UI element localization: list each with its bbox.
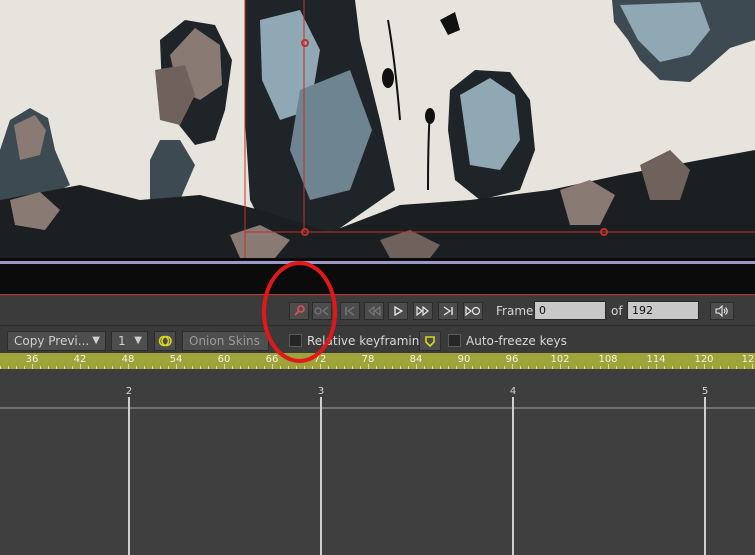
onion-skin-icon xyxy=(158,334,172,348)
freeze-shield-icon xyxy=(424,335,436,348)
go-to-start-icon xyxy=(344,306,356,316)
playback-bar: Frame 0 of 192 xyxy=(0,296,755,325)
of-label: of xyxy=(611,304,623,318)
frame-label: Frame xyxy=(496,304,534,318)
onion-skins-button[interactable]: Onion Skins xyxy=(182,331,269,351)
copy-previous-dropdown[interactable]: Copy Previ... ▼ xyxy=(7,331,106,351)
step-forward-button[interactable] xyxy=(413,302,433,320)
scene-illustration xyxy=(0,0,755,295)
timeline-header: 2 3 4 5 xyxy=(0,383,755,409)
frame-input[interactable]: 0 xyxy=(534,301,606,320)
ruler-gutter xyxy=(0,369,755,383)
annotation-highlight-circle xyxy=(262,261,337,363)
timeline-marker-label: 3 xyxy=(317,386,325,397)
timeline-second-line xyxy=(512,397,514,555)
play-icon xyxy=(393,306,403,316)
go-to-end-button[interactable] xyxy=(438,302,458,320)
timeline-marker-label: 5 xyxy=(701,386,709,397)
loop-icon xyxy=(465,306,481,316)
copy-previous-label: Copy Previ... xyxy=(14,334,90,348)
timeline-marker-label: 2 xyxy=(125,386,133,397)
chevron-down-icon: ▼ xyxy=(92,335,100,346)
onion-skins-label: Onion Skins xyxy=(189,334,260,348)
go-to-start-button[interactable] xyxy=(340,302,360,320)
auto-freeze-toggle[interactable] xyxy=(419,331,441,351)
timeline-marker-label: 4 xyxy=(509,386,517,397)
timeline-second-line xyxy=(704,397,706,555)
step-back-button[interactable] xyxy=(364,302,384,320)
auto-freeze-checkbox[interactable] xyxy=(448,334,461,347)
timeline-second-line xyxy=(128,397,130,555)
chevron-down-icon: ▼ xyxy=(134,335,142,346)
auto-freeze-label: Auto-freeze keys xyxy=(466,334,567,348)
go-to-end-icon xyxy=(442,306,454,316)
timeline-toolbar: Copy Previ... ▼ 1 ▼ Onion Skins Relative… xyxy=(0,325,755,354)
total-frames-input[interactable]: 192 xyxy=(627,301,699,320)
loop-button[interactable] xyxy=(463,302,483,320)
onion-skin-toggle[interactable] xyxy=(154,331,176,351)
audio-icon xyxy=(715,305,729,317)
play-button[interactable] xyxy=(388,302,408,320)
frame-ruler[interactable]: 36 42 48 54 60 66 72 78 84 90 96 102 108… xyxy=(0,353,755,369)
animation-canvas[interactable] xyxy=(0,0,755,295)
audio-button[interactable] xyxy=(710,302,734,320)
canvas-border-line xyxy=(0,294,755,295)
step-forward-icon xyxy=(416,306,430,316)
timeline-second-line xyxy=(320,397,322,555)
count-label: 1 xyxy=(118,334,126,348)
count-dropdown[interactable]: 1 ▼ xyxy=(111,331,148,351)
step-back-icon xyxy=(367,306,381,316)
timeline-panel[interactable]: 2 3 4 5 xyxy=(0,383,755,555)
canvas-guide-line xyxy=(0,261,755,264)
